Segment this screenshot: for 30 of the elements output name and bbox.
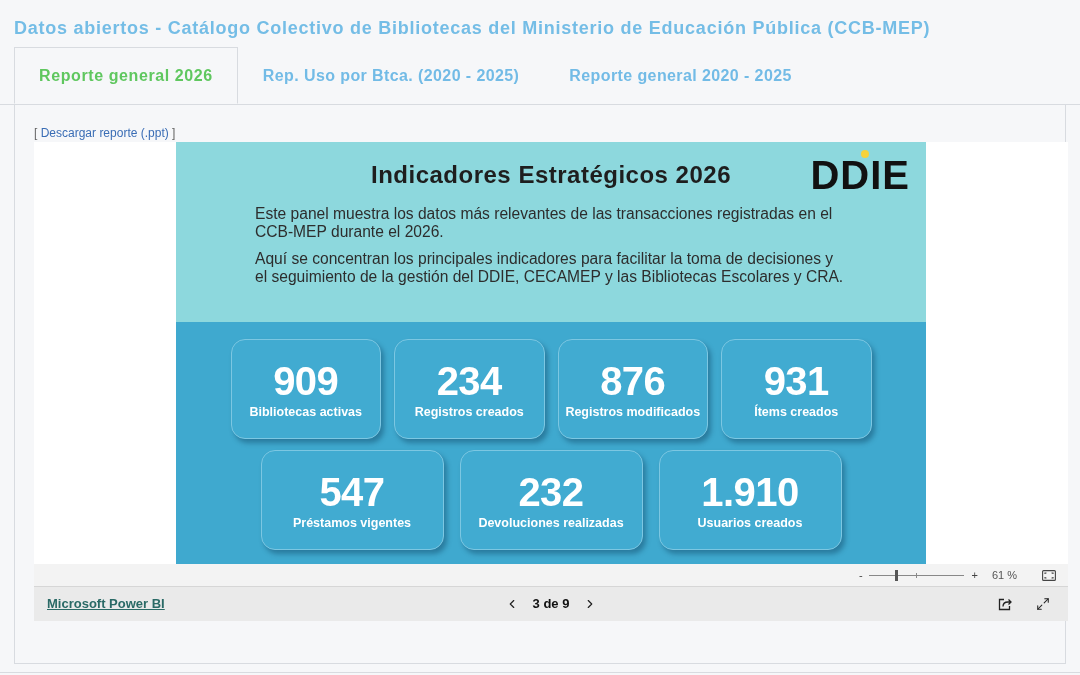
- zoom-reading: 61 %: [992, 567, 1019, 583]
- fit-page-icon[interactable]: [1042, 569, 1056, 581]
- kpi-label: Bibliotecas activas: [249, 403, 363, 420]
- fullscreen-icon[interactable]: [1036, 597, 1050, 611]
- kpi-label: Ítems creados: [754, 403, 839, 420]
- kpi-value: 876: [600, 358, 666, 403]
- zoom-in-button[interactable]: +: [971, 569, 978, 581]
- kpi-value: 234: [436, 358, 502, 403]
- intro-paragraph: Este panel muestra los datos más relevantes de las transacciones registradas en el CCB-MEP durante el 2026.: [255, 205, 834, 241]
- ddie-logo: DDIE: [810, 157, 910, 193]
- power-bi-link[interactable]: Microsoft Power BI: [47, 594, 165, 614]
- page-indicator: 3 de 9: [532, 595, 570, 614]
- download-note: [ Descargar reporte (.ppt) ]: [34, 126, 176, 140]
- download-link[interactable]: Descargar reporte (.ppt): [40, 126, 169, 140]
- kpi-value: 547: [319, 469, 385, 514]
- kpi-label: Usuarios creados: [697, 514, 803, 531]
- report-title: Indicadores Estratégicos 2026: [371, 160, 731, 190]
- kpi-label: Registros modificados: [565, 403, 701, 420]
- kpi-label: Préstamos vigentes: [292, 514, 412, 531]
- intro-paragraph: Aquí se concentran los principales indicadores para facilitar la toma de decisiones y el seguimiento de la gestión del DDIE, CECAMEP y las Bibliotecas Escolares y CRA.: [255, 250, 845, 286]
- kpi-value: 232: [518, 469, 584, 514]
- kpi-value: 931: [763, 358, 829, 403]
- kpi-label: Registros creados: [414, 403, 524, 420]
- share-icon[interactable]: [998, 597, 1012, 611]
- kpi-value: 909: [273, 358, 339, 403]
- kpi-value: 1.910: [701, 469, 799, 514]
- zoom-out-button[interactable]: -: [858, 569, 863, 581]
- kpi-label: Devoluciones realizadas: [478, 514, 624, 531]
- page-title: Datos abiertos - Catálogo Colectivo de Bibliotecas del Ministerio de Educación Pública (CCB-MEP): [13, 17, 931, 40]
- slider-thumb[interactable]: [895, 569, 899, 581]
